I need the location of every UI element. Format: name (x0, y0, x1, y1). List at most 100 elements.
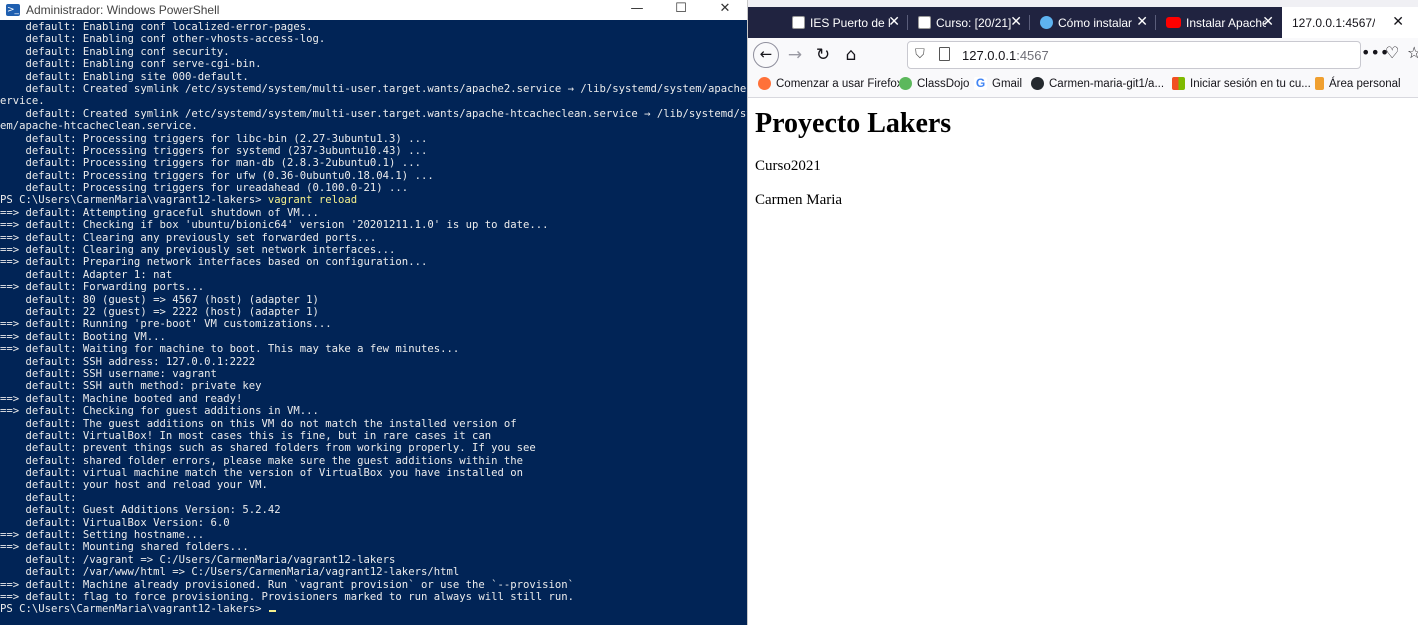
globe-icon (1040, 16, 1053, 29)
powershell-icon: >_ (6, 4, 20, 16)
bookmark-star-icon[interactable]: ☆ (1407, 43, 1418, 62)
powershell-title: Administrador: Windows PowerShell (26, 3, 220, 17)
forward-arrow-icon[interactable]: → (783, 43, 807, 67)
console-line: default: Processing triggers for systemd… (0, 144, 428, 157)
console-line: default: SSH auth method: private key (0, 380, 262, 393)
google-icon: G (974, 76, 987, 90)
classdojo-icon (899, 77, 912, 90)
console-line: ==> default: Checking if box 'ubuntu/bio… (0, 219, 549, 232)
console-line: default: Adapter 1: nat (0, 268, 173, 281)
console-line: default: Processing triggers for man-db … (0, 157, 421, 170)
maximize-button[interactable]: ☐ (659, 0, 703, 20)
page-info-icon[interactable] (939, 47, 950, 61)
console-line: default: Processing triggers for ufw (0.… (0, 169, 434, 182)
tab-close-icon[interactable]: ✕ (888, 14, 900, 30)
console-line: default: Guest Additions Version: 5.2.42 (0, 504, 281, 517)
bookmark-gmail[interactable]: G Gmail (974, 77, 1022, 90)
firefox-top-strip (747, 0, 1418, 7)
console-line: ==> default: Machine booted and ready! (0, 392, 243, 405)
console-line: default: VirtualBox! In most cases this … (0, 429, 492, 442)
powershell-console[interactable]: default: Enabling conf localized-error-p… (0, 20, 747, 625)
reload-icon[interactable]: ↻ (811, 43, 835, 67)
bookmark-classdojo[interactable]: ClassDojo (899, 77, 969, 90)
console-line: default: shared folder errors, please ma… (0, 454, 524, 467)
tab-como-instalar[interactable]: Cómo instalar ✕ (1030, 7, 1156, 38)
console-line: default: virtual machine match the versi… (0, 467, 524, 480)
minimize-button[interactable]: — (615, 0, 659, 20)
console-line: ==> default: Attempting graceful shutdow… (0, 206, 319, 219)
page-icon (792, 16, 805, 29)
home-icon[interactable]: ⌂ (839, 43, 863, 67)
page-paragraph-author: Carmen Maria (755, 192, 843, 208)
tab-localhost[interactable]: 127.0.0.1:4567/ ✕ (1282, 7, 1418, 38)
firefox-window[interactable]: IES Puerto de la ✕ Curso: [20/21] ✕ Cómo… (747, 0, 1418, 625)
page-content: Proyecto Lakers Curso2021 Carmen Maria (747, 98, 1418, 625)
tab-ies-puerto[interactable]: IES Puerto de la ✕ (782, 7, 908, 38)
console-line: default: SSH address: 127.0.0.1:2222 (0, 355, 256, 368)
tab-close-icon[interactable]: ✕ (1392, 14, 1404, 30)
youtube-icon (1166, 17, 1181, 28)
powershell-window[interactable]: >_ Administrador: Windows PowerShell — ☐… (0, 0, 747, 625)
console-line: PS C:\Users\CarmenMaria\vagrant12-lakers… (0, 194, 358, 207)
console-line: default: VirtualBox Version: 6.0 (0, 516, 230, 529)
console-line: ==> default: Booting VM... (0, 330, 166, 343)
navigation-bar: ← → ↻ ⌂ ⛉ 127.0.0.1:4567 ••• ♡ ☆ (747, 38, 1418, 72)
console-line: PS C:\Users\CarmenMaria\vagrant12-lakers… (0, 603, 747, 615)
console-line: ==> default: Waiting for machine to boot… (0, 343, 460, 356)
console-line: ==> default: Setting hostname... (0, 529, 205, 542)
tab-curso[interactable]: Curso: [20/21] ✕ (908, 7, 1030, 38)
console-line: default: Enabling conf security. (0, 45, 230, 58)
console-cursor (268, 610, 276, 613)
pocket-icon[interactable]: ♡ (1385, 43, 1399, 62)
console-line: default: SSH username: vagrant (0, 367, 217, 380)
console-line: default: Created symlink /etc/systemd/sy… (0, 107, 748, 120)
console-line: em/apache-htcacheclean.service. (0, 120, 198, 133)
console-line: default: The guest additions on this VM … (0, 417, 517, 430)
console-line: default: your host and reload your VM. (0, 479, 268, 492)
console-line: ==> default: Machine already provisioned… (0, 578, 575, 591)
console-line: default: Processing triggers for libc-bi… (0, 132, 428, 145)
firefox-icon (758, 77, 771, 90)
back-arrow-icon[interactable]: ← (753, 42, 779, 68)
console-line: default: /var/www/html => C:/Users/Carme… (0, 566, 460, 579)
tab-close-icon[interactable]: ✕ (1010, 14, 1022, 30)
page-paragraph-course: Curso2021 (755, 158, 821, 174)
console-command: vagrant reload (267, 194, 358, 207)
console-line: ==> default: Forwarding ports... (0, 281, 205, 294)
bookmark-page-icon (1315, 77, 1324, 90)
console-line: ==> default: Clearing any previously set… (0, 231, 377, 244)
bookmark-github[interactable]: Carmen-maria-git1/a... (1031, 77, 1164, 90)
console-line: default: Created symlink /etc/systemd/sy… (0, 82, 748, 95)
console-line: default: (0, 491, 77, 504)
console-line: default: 22 (guest) => 2222 (host) (adap… (0, 305, 319, 318)
shield-icon[interactable]: ⛉ (915, 47, 925, 62)
microsoft-icon (1172, 77, 1185, 90)
powershell-titlebar[interactable]: >_ Administrador: Windows PowerShell — ☐… (0, 0, 747, 20)
console-line: ==> default: Clearing any previously set… (0, 244, 396, 257)
bookmark-firefox[interactable]: Comenzar a usar Firefox (758, 77, 903, 90)
console-line: ==> default: Mounting shared folders... (0, 541, 249, 554)
bookmark-microsoft[interactable]: Iniciar sesión en tu cu... (1172, 77, 1311, 90)
bookmarks-toolbar: Comenzar a usar Firefox ClassDojo G Gmai… (747, 72, 1418, 98)
page-heading: Proyecto Lakers (755, 108, 952, 139)
console-line: ==> default: Running 'pre-boot' VM custo… (0, 318, 332, 331)
url-bar[interactable]: ⛉ 127.0.0.1:4567 (907, 41, 1361, 69)
console-line: default: Enabling site 000-default. (0, 70, 249, 83)
console-line: default: prevent things such as shared f… (0, 442, 536, 455)
console-line: ==> default: flag to force provisioning.… (0, 590, 575, 603)
tab-close-icon[interactable]: ✕ (1136, 14, 1148, 30)
moodle-icon (918, 16, 931, 29)
github-icon (1031, 77, 1044, 90)
tab-bar: IES Puerto de la ✕ Curso: [20/21] ✕ Cómo… (747, 7, 1418, 38)
url-text[interactable]: 127.0.0.1:4567 (962, 48, 1049, 63)
console-line: ervice. (0, 95, 45, 108)
close-button[interactable]: ✕ (703, 0, 747, 20)
bookmark-area-personal[interactable]: Área personal (1315, 77, 1401, 90)
tab-instalar-apache[interactable]: Instalar Apache ✕ (1156, 7, 1282, 38)
console-line: ==> default: Preparing network interface… (0, 256, 428, 269)
tab-close-icon[interactable]: ✕ (1262, 14, 1274, 30)
console-line: default: /vagrant => C:/Users/CarmenMari… (0, 553, 396, 566)
console-line: default: Enabling conf serve-cgi-bin. (0, 58, 262, 71)
console-line: ==> default: Checking for guest addition… (0, 405, 319, 418)
window-divider (747, 0, 748, 625)
